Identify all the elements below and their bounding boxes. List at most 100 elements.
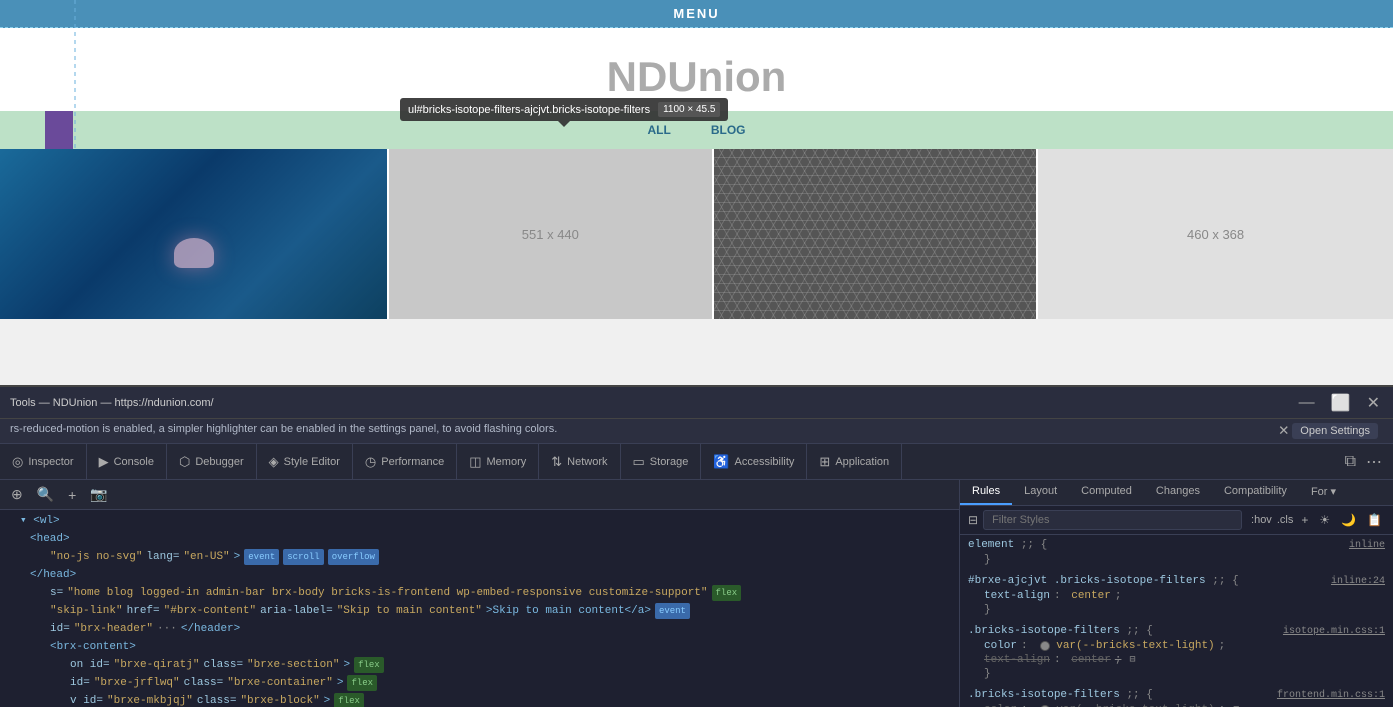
tab-style-editor[interactable]: ◈ Style Editor xyxy=(257,444,353,479)
html-line-section[interactable]: on id= "brxe-qiratj" class= "brxe-sectio… xyxy=(0,656,959,674)
css-source-2[interactable]: inline:24 xyxy=(1331,576,1385,587)
css-tab-changes[interactable]: Changes xyxy=(1144,480,1212,505)
tab-application[interactable]: ⊞ Application xyxy=(807,444,902,479)
css-tab-compatibility[interactable]: Compatibility xyxy=(1212,480,1299,505)
css-tab-rules[interactable]: Rules xyxy=(960,480,1012,505)
css-selector-3: .bricks-isotope-filters ;; { xyxy=(968,625,1153,637)
devtools-content: ⊕ 🔍 + 📷 ▾ <wl> <head> "no-js no-svg" lan… xyxy=(0,480,1393,707)
image-2: 551 x 440 xyxy=(389,149,712,319)
css-source-3[interactable]: isotope.min.css:1 xyxy=(1283,626,1385,637)
left-block xyxy=(45,111,73,149)
lightbulb-button[interactable]: ☀ xyxy=(1316,512,1333,528)
css-source-1[interactable]: inline xyxy=(1349,540,1385,551)
css-tab-layout[interactable]: Layout xyxy=(1012,480,1069,505)
badge-scroll[interactable]: scroll xyxy=(283,549,323,565)
hov-modifier[interactable]: :hov xyxy=(1251,514,1272,526)
html-line-container[interactable]: id= "brxe-jrflwq" class= "brxe-container… xyxy=(0,674,959,692)
css-panel: Rules Layout Computed Changes Compatibil… xyxy=(960,480,1393,707)
tab-accessibility[interactable]: ♿ Accessibility xyxy=(701,444,807,479)
css-toolbar: ⊟ :hov .cls + ☀ 🌙 📋 xyxy=(960,506,1393,535)
css-selector-line-4: .bricks-isotope-filters ;; { frontend.mi… xyxy=(968,689,1385,701)
tab-network-label: Network xyxy=(567,456,607,468)
console-icon: ▶ xyxy=(99,454,109,470)
badge-flex-3[interactable]: flex xyxy=(347,675,377,691)
html-line-body-classes[interactable]: s= "home blog logged-in admin-bar brx-bo… xyxy=(0,584,959,602)
badge-overflow[interactable]: overflow xyxy=(328,549,379,565)
tag-head: <head> xyxy=(30,531,70,547)
filter-tab-blog[interactable]: BLOG xyxy=(706,121,751,139)
dark-mode-button[interactable]: 🌙 xyxy=(1338,512,1359,528)
search-markup-button[interactable]: 🔍 xyxy=(32,484,59,505)
image-1 xyxy=(0,149,387,319)
tooltip-selector: ul#bricks-isotope-filters-ajcjvt.bricks-… xyxy=(408,104,650,116)
dock-button[interactable]: ⧉ xyxy=(1342,453,1359,471)
css-closing-brace-2: } xyxy=(968,603,1385,617)
html-line-body[interactable]: "no-js no-svg" lang= "en-US" > event scr… xyxy=(0,548,959,566)
tab-storage[interactable]: ▭ Storage xyxy=(621,444,702,479)
css-closing-brace-1: } xyxy=(968,553,1385,567)
html-line-block[interactable]: v id= "brxe-mkbjqj" class= "brxe-block" … xyxy=(0,692,959,707)
tab-network[interactable]: ⇅ Network xyxy=(539,444,620,479)
tab-performance[interactable]: ◷ Performance xyxy=(353,444,457,479)
badge-flex-4[interactable]: flex xyxy=(334,693,364,707)
minimize-button[interactable]: — xyxy=(1296,394,1318,412)
info-bar-text: rs-reduced-motion is enabled, a simpler … xyxy=(10,423,557,435)
html-njs-attr: "no-js no-svg" xyxy=(50,549,142,565)
css-prop-color-3: color : var(--bricks-text-light) ; xyxy=(968,639,1385,653)
close-info-button[interactable]: ✕ xyxy=(1278,423,1289,439)
tooltip-arrow xyxy=(558,121,570,127)
html-line-header[interactable]: id= "brx-header" ··· </header> xyxy=(0,620,959,638)
images-grid: 551 x 440 460 x 368 xyxy=(0,149,1393,319)
screenshot-css-button[interactable]: 📋 xyxy=(1364,512,1385,528)
tab-accessibility-label: Accessibility xyxy=(735,456,795,468)
css-tab-for[interactable]: For ▾ xyxy=(1299,480,1348,505)
html-line-brx-content[interactable]: <brx-content> xyxy=(0,638,959,656)
screenshot-button[interactable]: 📷 xyxy=(85,484,112,505)
cls-modifier[interactable]: .cls xyxy=(1277,514,1294,526)
css-source-4[interactable]: frontend.min.css:1 xyxy=(1277,690,1385,701)
tab-debugger[interactable]: ⬡ Debugger xyxy=(167,444,257,479)
tab-inspector-label: Inspector xyxy=(28,456,73,468)
tab-memory[interactable]: ◫ Memory xyxy=(457,444,539,479)
devtools-panel: Tools — NDUnion — https://ndunion.com/ —… xyxy=(0,385,1393,707)
badge-flex-1[interactable]: flex xyxy=(712,585,742,601)
pick-element-button[interactable]: ⊕ xyxy=(6,484,28,505)
tab-inspector[interactable]: ◎ Inspector xyxy=(0,444,87,479)
html-line-skip-link[interactable]: "skip-link" href= "#brx-content" aria-la… xyxy=(0,602,959,620)
html-toolbar: ⊕ 🔍 + 📷 xyxy=(0,480,959,510)
open-settings-button[interactable]: Open Settings xyxy=(1292,423,1378,439)
filter-tab-all[interactable]: ALL xyxy=(643,121,676,139)
maximize-button[interactable]: ⬜ xyxy=(1328,393,1354,413)
badge-event-2[interactable]: event xyxy=(655,603,690,619)
accessibility-icon: ♿ xyxy=(713,454,729,470)
css-prop-text-align-3: text-align : center ; ⊟ xyxy=(968,653,1385,667)
css-selector-line-1: element ;; { inline xyxy=(968,539,1385,551)
add-rule-button[interactable]: + xyxy=(1298,512,1311,528)
tab-console[interactable]: ▶ Console xyxy=(87,444,167,479)
close-button[interactable]: ✕ xyxy=(1364,393,1383,413)
badge-flex-2[interactable]: flex xyxy=(354,657,384,673)
html-panel: ⊕ 🔍 + 📷 ▾ <wl> <head> "no-js no-svg" lan… xyxy=(0,480,960,707)
html-line-close-head[interactable]: </head> xyxy=(0,566,959,584)
css-selector-line-3: .bricks-isotope-filters ;; { isotope.min… xyxy=(968,625,1385,637)
css-rules-content[interactable]: element ;; { inline } #brxe-ajcjvt .bric… xyxy=(960,535,1393,707)
badge-event-1[interactable]: event xyxy=(244,549,279,565)
html-line-wl[interactable]: ▾ <wl> xyxy=(0,512,959,530)
more-options-button[interactable]: ⋯ xyxy=(1363,452,1385,472)
css-tab-computed[interactable]: Computed xyxy=(1069,480,1144,505)
style-editor-icon: ◈ xyxy=(269,454,279,470)
filter-styles-input[interactable] xyxy=(983,510,1242,530)
browser-viewport: MENU NDUnion ul#bricks-isotope-filters-a… xyxy=(0,0,1393,385)
css-prop-color-4: color : var(--bricks-text-light) ; ⊟ xyxy=(968,703,1385,707)
image-4: 460 x 368 xyxy=(1038,149,1393,319)
placeholder-label-2: 460 x 368 xyxy=(1187,227,1244,242)
css-selector-2: #brxe-ajcjvt .bricks-isotope-filters ;; … xyxy=(968,575,1239,587)
application-icon: ⊞ xyxy=(819,454,830,470)
css-selector-4: .bricks-isotope-filters ;; { xyxy=(968,689,1153,701)
new-rule-button[interactable]: + xyxy=(63,485,81,505)
css-rule-element: element ;; { inline } xyxy=(960,539,1393,567)
html-line-head[interactable]: <head> xyxy=(0,530,959,548)
html-content[interactable]: ▾ <wl> <head> "no-js no-svg" lang= "en-U… xyxy=(0,510,959,707)
css-selector-line-2: #brxe-ajcjvt .bricks-isotope-filters ;; … xyxy=(968,575,1385,587)
color-swatch-1 xyxy=(1040,641,1050,651)
